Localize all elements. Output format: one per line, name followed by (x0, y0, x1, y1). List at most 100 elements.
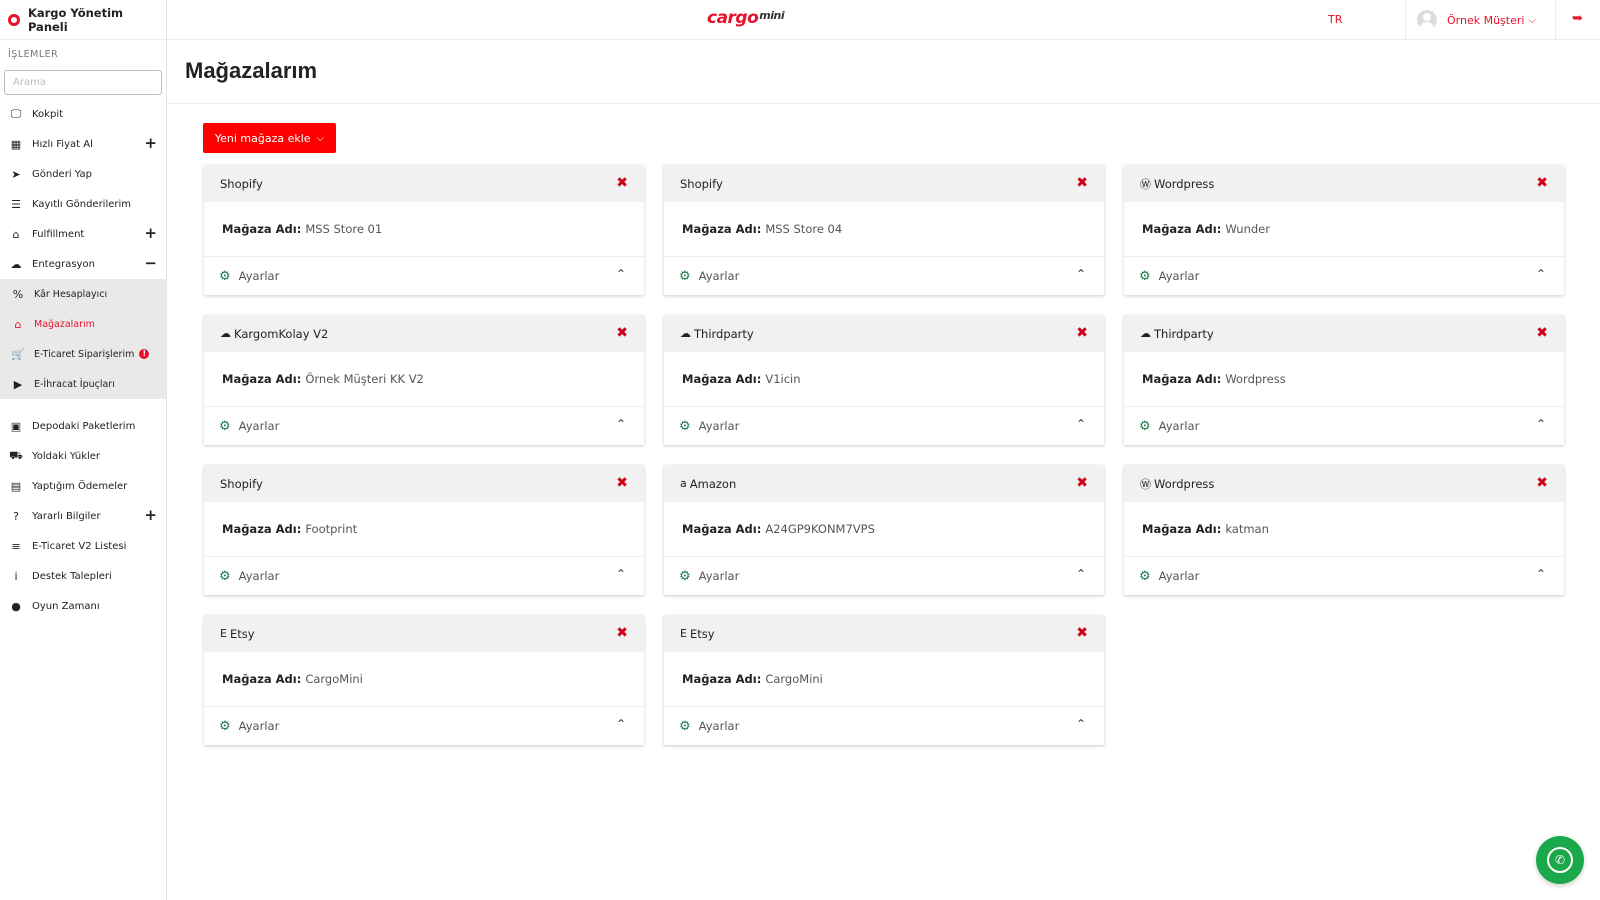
settings-toggle[interactable]: ⚙ Ayarlar ⌃ (1124, 407, 1564, 445)
store-card-header: E Etsy ✖ (204, 615, 644, 652)
sidebar-item-label: Depodaki Paketlerim (32, 420, 136, 432)
section-label: İŞLEMLER (8, 49, 59, 60)
store-card: Shopify ✖ Mağaza Adı: MSS Store 04 ⚙ Aya… (664, 165, 1104, 295)
settings-toggle[interactable]: ⚙ Ayarlar ⌃ (204, 407, 644, 445)
cart-icon: 🛒 (11, 347, 25, 361)
sidebar-item-e-ticaret-v2-listesi[interactable]: ≡ E-Ticaret V2 Listesi (0, 531, 166, 561)
sidebar-item-label: Yaptığım Ödemeler (32, 480, 128, 492)
store-name-label: Mağaza Adı: (222, 372, 302, 386)
user-menu[interactable]: Örnek Müşteri ⌵ (1417, 10, 1536, 30)
sidebar-item-fulfillment[interactable]: ⌂ Fulfillment + (0, 219, 166, 249)
chevron-up-icon[interactable]: ⌃ (1536, 567, 1546, 581)
sidebar-item-e-ticaret-siparişlerim[interactable]: 🛒 E-Ticaret Siparişlerim! (0, 339, 166, 369)
settings-toggle[interactable]: ⚙ Ayarlar ⌃ (204, 707, 644, 745)
play-icon: ▶ (13, 377, 23, 391)
store-card-header: a Amazon ✖ (664, 465, 1104, 502)
sidebar-item-oyun-zamanı[interactable]: ● Oyun Zamanı (0, 591, 166, 621)
settings-toggle[interactable]: ⚙ Ayarlar ⌃ (664, 407, 1104, 445)
store-name-label: Mağaza Adı: (682, 372, 762, 386)
store-card-header: Ⓦ Wordpress ✖ (1124, 465, 1564, 502)
settings-toggle[interactable]: ⚙ Ayarlar ⌃ (1124, 557, 1564, 595)
sidebar-header: Kargo Yönetim Paneli (0, 0, 166, 40)
chevron-up-icon[interactable]: ⌃ (616, 717, 626, 731)
search-input[interactable] (4, 70, 162, 95)
close-icon[interactable]: ✖ (616, 625, 628, 641)
close-icon[interactable]: ✖ (1536, 175, 1548, 191)
gamepad-icon: ● (11, 599, 21, 613)
close-icon[interactable]: ✖ (1536, 475, 1548, 491)
store-card: Ⓦ Wordpress ✖ Mağaza Adı: katman ⚙ Ayarla… (1124, 465, 1564, 595)
chevron-up-icon[interactable]: ⌃ (1076, 417, 1086, 431)
store-card-body: Mağaza Adı: Wordpress (1124, 352, 1564, 407)
chevron-up-icon[interactable]: ⌃ (1536, 267, 1546, 281)
sidebar-item-yaptığım-ödemeler[interactable]: ▤ Yaptığım Ödemeler (0, 471, 166, 501)
add-store-label: Yeni mağaza ekle (214, 131, 311, 145)
settings-toggle[interactable]: ⚙ Ayarlar ⌃ (204, 257, 644, 295)
store-name: MSS Store 04 (765, 222, 843, 236)
store-card-body: Mağaza Adı: Footprint (204, 502, 644, 557)
settings-label: Ayarlar (238, 269, 280, 283)
chevron-up-icon[interactable]: ⌃ (616, 267, 626, 281)
close-icon[interactable]: ✖ (1076, 325, 1088, 341)
settings-toggle[interactable]: ⚙ Ayarlar ⌃ (664, 557, 1104, 595)
close-icon[interactable]: ✖ (616, 325, 628, 341)
sidebar-item-entegrasyon[interactable]: ☁ Entegrasyon − (0, 249, 166, 279)
close-icon[interactable]: ✖ (616, 475, 628, 491)
sidebar-item-label: Yoldaki Yükler (32, 450, 101, 462)
sidebar-item-label: Hızlı Fiyat Al (32, 138, 93, 150)
sidebar-item-destek-talepleri[interactable]: i Destek Talepleri (0, 561, 166, 591)
close-icon[interactable]: ✖ (1076, 475, 1088, 491)
store-card-body: Mağaza Adı: CargoMini (204, 652, 644, 707)
sidebar-item-k-r-hesaplayıcı[interactable]: % Kâr Hesaplayıcı (0, 279, 166, 309)
sidebar-item-label: Gönderi Yap (32, 168, 92, 180)
close-icon[interactable]: ✖ (1076, 175, 1088, 191)
chevron-up-icon[interactable]: ⌃ (616, 567, 626, 581)
settings-label: Ayarlar (1158, 569, 1200, 583)
add-store-button[interactable]: Yeni mağaza ekle ⌵ (203, 123, 336, 153)
gears-icon: ⚙ (1139, 268, 1151, 284)
sidebar-item-e-i-hracat-i-puçları[interactable]: ▶ E-İhracat İpuçları (0, 369, 166, 399)
sidebar: Kargo Yönetim Paneli İŞLEMLER 🖵 Kokpit ▦ Hı… (0, 0, 167, 900)
chevron-up-icon[interactable]: ⌃ (616, 417, 626, 431)
language-selector[interactable]: TR (1328, 13, 1342, 26)
brand-name: cargo (707, 8, 759, 28)
sidebar-item-yoldaki-yükler[interactable]: ⛟ Yoldaki Yükler (0, 441, 166, 471)
settings-toggle[interactable]: ⚙ Ayarlar ⌃ (664, 257, 1104, 295)
chevron-up-icon[interactable]: ⌃ (1076, 717, 1086, 731)
expand-icon[interactable]: + (144, 225, 157, 241)
whatsapp-button[interactable]: ✆ (1536, 836, 1584, 884)
sidebar-item-kayıtlı-gönderilerim[interactable]: ☰ Kayıtlı Gönderilerim (0, 189, 166, 219)
wordpress-icon: Ⓦ (1140, 177, 1151, 191)
store-card-body: Mağaza Adı: CargoMini (664, 652, 1104, 707)
collapse-icon[interactable]: − (144, 255, 157, 271)
sidebar-item-hızlı-fiyat-al[interactable]: ▦ Hızlı Fiyat Al + (0, 129, 166, 159)
chevron-up-icon[interactable]: ⌃ (1076, 567, 1086, 581)
sidebar-item-mağazalarım[interactable]: ⌂ Mağazalarım (0, 309, 166, 339)
close-icon[interactable]: ✖ (1076, 625, 1088, 641)
chevron-up-icon[interactable]: ⌃ (1536, 417, 1546, 431)
store-icon: ⌂ (14, 317, 22, 331)
settings-toggle[interactable]: ⚙ Ayarlar ⌃ (664, 707, 1104, 745)
etsy-icon: E (680, 627, 687, 640)
settings-toggle[interactable]: ⚙ Ayarlar ⌃ (204, 557, 644, 595)
etsy-icon: E (220, 627, 227, 640)
settings-label: Ayarlar (698, 569, 740, 583)
sidebar-item-gönderi-yap[interactable]: ➤ Gönderi Yap (0, 159, 166, 189)
sidebar-item-yararlı-bilgiler[interactable]: ? Yararlı Bilgiler + (0, 501, 166, 531)
close-icon[interactable]: ✖ (616, 175, 628, 191)
store-name-label: Mağaza Adı: (1142, 372, 1222, 386)
chevron-up-icon[interactable]: ⌃ (1076, 267, 1086, 281)
store-grid: Shopify ✖ Mağaza Adı: MSS Store 01 ⚙ Aya… (204, 165, 1564, 745)
close-icon[interactable]: ✖ (1536, 325, 1548, 341)
store-card: Shopify ✖ Mağaza Adı: MSS Store 01 ⚙ Aya… (204, 165, 644, 295)
logout-icon[interactable]: ➥ (1572, 11, 1583, 26)
monitor-icon: 🖵 (10, 107, 22, 120)
sidebar-item-kokpit[interactable]: 🖵 Kokpit (0, 99, 166, 129)
sidebar-item-depodaki-paketlerim[interactable]: ▣ Depodaki Paketlerim (0, 411, 166, 441)
brand-logo[interactable]: cargomini (707, 8, 785, 28)
settings-toggle[interactable]: ⚙ Ayarlar ⌃ (1124, 257, 1564, 295)
percent-icon: % (12, 287, 24, 301)
platform-name: KargomKolay V2 (234, 326, 329, 341)
expand-icon[interactable]: + (144, 507, 157, 523)
expand-icon[interactable]: + (144, 135, 157, 151)
